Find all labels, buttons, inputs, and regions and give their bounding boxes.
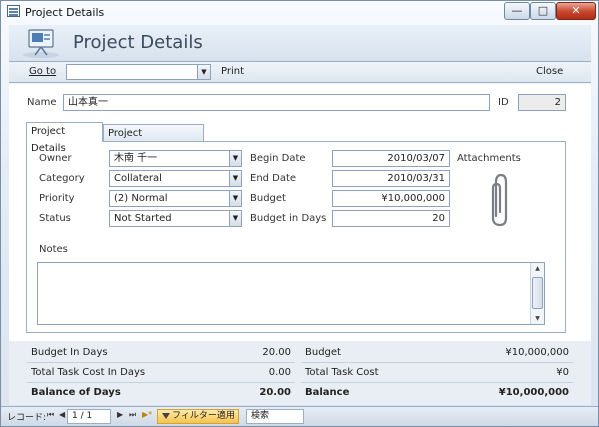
form-header: Project Details (9, 25, 591, 61)
filter-applied-button[interactable]: フィルター適用 (157, 409, 239, 424)
category-value: Collateral (114, 173, 162, 184)
category-label: Category (39, 173, 85, 184)
id-field: 2 (518, 94, 566, 111)
scroll-down-icon[interactable]: ▼ (531, 313, 544, 324)
summary-value: 0.00 (268, 367, 291, 378)
summary-label: Total Task Cost (305, 367, 379, 378)
owner-dropdown[interactable]: 木南 千一 ▼ (109, 150, 242, 167)
status-value: Not Started (114, 213, 172, 224)
summary-value: 20.00 (262, 347, 291, 358)
new-record-icon[interactable]: ▶* (142, 410, 152, 419)
record-navigation-bar: レコード: ⏮ ◀ 1 / 1 ▶ ⏭ ▶* フィルター適用 検索 (1, 406, 598, 426)
budget-days-label: Budget in Days (250, 213, 327, 224)
goto-dropdown[interactable]: ▼ (66, 64, 211, 80)
form-icon (7, 5, 20, 17)
summary-value: ¥0 (556, 367, 569, 378)
notes-textarea[interactable]: ▲ ▼ (37, 262, 545, 325)
chevron-down-icon[interactable]: ▼ (197, 65, 210, 79)
chevron-down-icon[interactable]: ▼ (229, 211, 241, 226)
summary-row: Total Task Cost ¥0 (301, 363, 573, 383)
summary-label: Budget In Days (31, 347, 108, 358)
priority-dropdown[interactable]: (2) Normal ▼ (109, 190, 242, 207)
summary-label: Balance of Days (31, 387, 121, 398)
notes-scrollbar[interactable]: ▲ ▼ (530, 263, 544, 324)
print-link[interactable]: Print (221, 66, 244, 77)
category-dropdown[interactable]: Collateral ▼ (109, 170, 242, 187)
budget-label: Budget (250, 193, 286, 204)
maximize-button[interactable]: □ (530, 2, 556, 20)
project-details-window: Project Details — □ ✕ Project Details Go… (0, 0, 599, 427)
chevron-down-icon[interactable]: ▼ (229, 191, 241, 206)
summary-label: Total Task Cost In Days (31, 367, 146, 378)
minimize-button[interactable]: — (504, 2, 530, 20)
window-title: Project Details (25, 6, 105, 19)
end-date-field[interactable]: 2010/03/31 (332, 170, 450, 187)
page-title: Project Details (73, 32, 203, 53)
budget-field[interactable]: ¥10,000,000 (332, 190, 450, 207)
name-label: Name (27, 97, 57, 108)
status-dropdown[interactable]: Not Started ▼ (109, 210, 242, 227)
notes-label: Notes (39, 244, 68, 255)
status-label: Status (39, 213, 71, 224)
summary-section: Budget In Days 20.00 Total Task Cost In … (9, 341, 591, 405)
project-details-panel: Owner 木南 千一 ▼ Category Collateral ▼ Prio… (26, 141, 566, 333)
last-record-icon[interactable]: ⏭ (129, 410, 136, 420)
tab-project-deliverables[interactable]: Project Deliverables (103, 124, 204, 156)
summary-value: 20.00 (259, 387, 291, 398)
summary-value: ¥10,000,000 (498, 387, 569, 398)
name-field[interactable]: 山本真一 (63, 94, 490, 111)
search-box[interactable]: 検索 (246, 409, 304, 424)
paperclip-icon[interactable] (487, 172, 513, 228)
scroll-up-icon[interactable]: ▲ (531, 263, 544, 274)
tab-project-details[interactable]: Project Details (26, 122, 103, 154)
summary-label: Budget (305, 347, 341, 358)
close-window-button[interactable]: ✕ (556, 2, 596, 20)
begin-date-label: Begin Date (250, 153, 306, 164)
title-bar: Project Details — □ ✕ (1, 1, 598, 23)
close-link[interactable]: Close (536, 66, 563, 77)
owner-value: 木南 千一 (114, 153, 158, 164)
current-record-field[interactable]: 1 / 1 (67, 409, 111, 424)
priority-value: (2) Normal (114, 193, 168, 204)
summary-row: Total Task Cost In Days 0.00 (27, 363, 295, 383)
summary-row: Balance ¥10,000,000 (301, 383, 573, 403)
summary-row: Budget In Days 20.00 (27, 343, 295, 363)
begin-date-field[interactable]: 2010/03/07 (332, 150, 450, 167)
end-date-label: End Date (250, 173, 297, 184)
goto-label: Go to (29, 66, 57, 77)
scroll-thumb[interactable] (532, 277, 543, 309)
next-record-icon[interactable]: ▶ (117, 410, 123, 419)
summary-value: ¥10,000,000 (505, 347, 569, 358)
presentation-board-icon (23, 29, 59, 58)
previous-record-icon[interactable]: ◀ (59, 410, 65, 419)
summary-row: Budget ¥10,000,000 (301, 343, 573, 363)
attachments-label: Attachments (457, 153, 521, 164)
summary-row: Balance of Days 20.00 (27, 383, 295, 403)
chevron-down-icon[interactable]: ▼ (229, 171, 241, 186)
id-label: ID (498, 97, 509, 108)
navigation-bar: Go to ▼ Print Close (9, 61, 591, 83)
summary-label: Balance (305, 387, 350, 398)
first-record-icon[interactable]: ⏮ (47, 410, 54, 420)
priority-label: Priority (39, 193, 75, 204)
record-label: レコード: (7, 413, 47, 423)
budget-days-field[interactable]: 20 (332, 210, 450, 227)
chevron-down-icon[interactable]: ▼ (229, 151, 241, 166)
